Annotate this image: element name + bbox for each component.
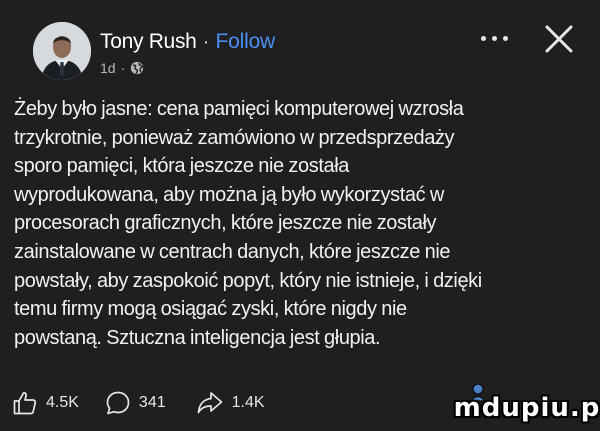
post-body-line: Żeby było jasne: cena pamięci komputerow… <box>14 98 464 120</box>
globe-icon[interactable] <box>130 61 144 75</box>
post-body-line: sporo pamięci, która jeszcze nie została <box>14 155 349 178</box>
thumbs-up-icon <box>13 392 37 415</box>
avatar-photo <box>33 22 91 80</box>
author-name[interactable]: Tony Rush <box>100 30 197 54</box>
meta-separator: · <box>120 60 126 76</box>
post-body-line: wyprodukowana, aby można ją było wykorzy… <box>14 183 444 206</box>
comment-button[interactable]: 341 <box>105 390 166 416</box>
post-body-line: powstaną. Sztuczna inteligencja jest głu… <box>14 326 381 349</box>
author-separator: · <box>202 30 210 53</box>
post-body-line: zainstalowane w centrach danych, które j… <box>14 240 451 263</box>
more-horizontal-icon <box>492 35 497 41</box>
facebook-post: Tony Rush · Follow 1d · Żeby było jasne:… <box>0 0 600 431</box>
comment-bubble-icon <box>106 391 130 415</box>
post-body-line: procesorach graficznych, które jeszcze n… <box>14 212 437 235</box>
like-count: 4.5K <box>46 394 79 411</box>
post-meta: 1d · <box>100 60 144 76</box>
avatar[interactable] <box>33 22 91 80</box>
post-body-line: powstały, aby zaspokoić popyt, który nie… <box>14 269 482 292</box>
close-icon[interactable] <box>542 22 576 56</box>
post-body-line: trzykrotnie, ponieważ zamówiono w przeds… <box>14 126 455 149</box>
follow-button[interactable]: Follow <box>216 30 276 54</box>
more-horizontal-icon <box>481 35 486 41</box>
post-body: Żeby było jasne: cena pamięci komputerow… <box>14 95 586 352</box>
like-button[interactable]: 4.5K <box>12 390 79 416</box>
watermark-text: mdupiu.pl <box>453 393 600 423</box>
comment-count: 341 <box>138 394 166 411</box>
post-age[interactable]: 1d <box>100 60 116 76</box>
post-actions: 4.5K 341 1.4K <box>12 388 265 418</box>
share-arrow-icon <box>197 392 222 414</box>
post-body-line: temu firmy mogą osiągać zyski, które nig… <box>14 298 407 321</box>
more-horizontal-icon <box>503 35 508 41</box>
share-count: 1.4K <box>231 394 265 411</box>
author-row: Tony Rush · Follow <box>100 30 275 56</box>
watermark: mdupiu.pl <box>454 388 600 428</box>
more-options-button[interactable] <box>481 28 521 48</box>
share-button[interactable]: 1.4K <box>196 390 265 416</box>
